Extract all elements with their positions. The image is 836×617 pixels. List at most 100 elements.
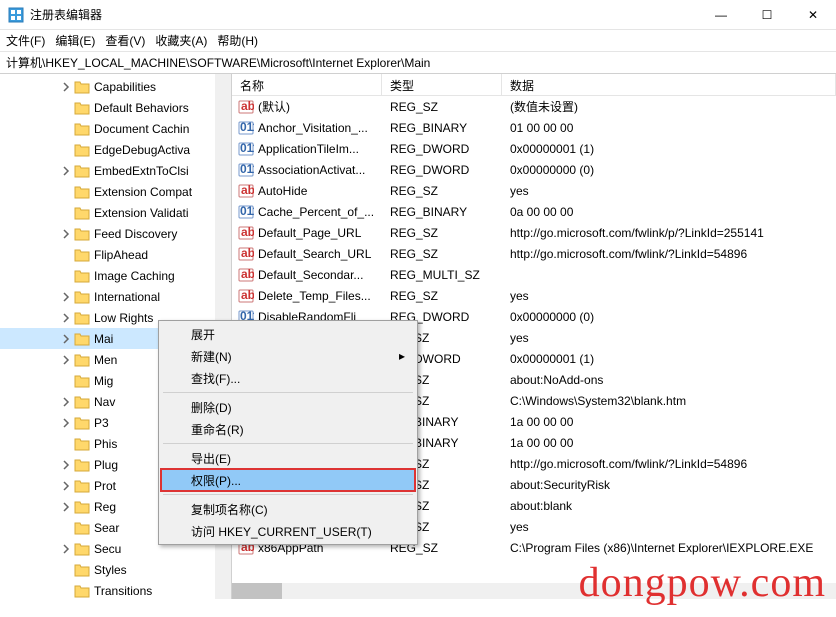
tree-item[interactable]: Extension Validati xyxy=(0,202,231,223)
value-data: http://go.microsoft.com/fwlink/?LinkId=5… xyxy=(502,247,836,261)
list-row[interactable]: ab(默认)REG_SZ(数值未设置) xyxy=(232,96,836,117)
chevron-right-icon[interactable] xyxy=(60,165,72,177)
folder-icon xyxy=(74,395,90,409)
value-type: REG_SZ xyxy=(382,289,502,303)
value-data: about:SecurityRisk xyxy=(502,478,836,492)
chevron-right-icon[interactable] xyxy=(60,459,72,471)
bin-value-icon: 011 xyxy=(238,120,254,136)
value-data: 1a 00 00 00 xyxy=(502,415,836,429)
tree-item-label: Feed Discovery xyxy=(94,227,177,241)
folder-icon xyxy=(74,416,90,430)
ctx-expand[interactable]: 展开 xyxy=(161,323,415,345)
ctx-find[interactable]: 查找(F)... xyxy=(161,367,415,389)
blank-icon xyxy=(60,102,72,114)
tree-item[interactable]: EdgeDebugActiva xyxy=(0,139,231,160)
list-row[interactable]: 011Cache_Percent_of_...REG_BINARY0a 00 0… xyxy=(232,201,836,222)
address-text: 计算机\HKEY_LOCAL_MACHINE\SOFTWARE\Microsof… xyxy=(6,54,430,71)
blank-icon xyxy=(60,186,72,198)
tree-item[interactable]: Transitions xyxy=(0,580,231,599)
chevron-right-icon[interactable] xyxy=(60,81,72,93)
tree-item[interactable]: Extension Compat xyxy=(0,181,231,202)
tree-item[interactable]: Image Caching xyxy=(0,265,231,286)
menu-edit[interactable]: 编辑(E) xyxy=(55,32,95,49)
bin-value-icon: 011 xyxy=(238,162,254,178)
ctx-permissions[interactable]: 权限(P)... xyxy=(161,469,415,491)
bin-value-icon: 011 xyxy=(238,204,254,220)
maximize-button[interactable]: ☐ xyxy=(744,0,790,30)
close-button[interactable]: ✕ xyxy=(790,0,836,30)
sz-value-icon: ab xyxy=(238,225,254,241)
tree-item-label: Phis xyxy=(94,437,117,451)
address-bar[interactable]: 计算机\HKEY_LOCAL_MACHINE\SOFTWARE\Microsof… xyxy=(0,52,836,74)
list-row[interactable]: 011Anchor_Visitation_...REG_BINARY01 00 … xyxy=(232,117,836,138)
folder-icon xyxy=(74,290,90,304)
chevron-right-icon[interactable] xyxy=(60,291,72,303)
chevron-right-icon[interactable] xyxy=(60,354,72,366)
ctx-goto-hkcu[interactable]: 访问 HKEY_CURRENT_USER(T) xyxy=(161,520,415,542)
ctx-new[interactable]: 新建(N)▸ xyxy=(161,345,415,367)
ctx-export[interactable]: 导出(E) xyxy=(161,447,415,469)
svg-text:ab: ab xyxy=(241,225,254,239)
value-type: REG_SZ xyxy=(382,247,502,261)
folder-icon xyxy=(74,479,90,493)
chevron-right-icon[interactable] xyxy=(60,333,72,345)
column-data[interactable]: 数据 xyxy=(502,74,836,95)
value-name: ApplicationTileIm... xyxy=(258,142,382,156)
column-name[interactable]: 名称 xyxy=(232,74,382,95)
tree-item[interactable]: EmbedExtnToClsi xyxy=(0,160,231,181)
folder-icon xyxy=(74,563,90,577)
menu-favorites[interactable]: 收藏夹(A) xyxy=(155,32,207,49)
chevron-right-icon[interactable] xyxy=(60,417,72,429)
svg-text:011: 011 xyxy=(240,162,254,176)
value-data: http://go.microsoft.com/fwlink/p/?LinkId… xyxy=(502,226,836,240)
list-row[interactable]: abDefault_Secondar...REG_MULTI_SZ xyxy=(232,264,836,285)
bin-value-icon: 011 xyxy=(238,141,254,157)
content-area: Capabilities Default Behaviors Document Ca… xyxy=(0,74,836,599)
folder-icon xyxy=(74,542,90,556)
tree-item[interactable]: International xyxy=(0,286,231,307)
value-name: Default_Search_URL xyxy=(258,247,382,261)
scrollbar-thumb[interactable] xyxy=(232,583,282,599)
folder-icon xyxy=(74,101,90,115)
tree-item[interactable]: Capabilities xyxy=(0,76,231,97)
menu-file[interactable]: 文件(F) xyxy=(6,32,45,49)
value-name: (默认) xyxy=(258,98,382,115)
value-data: 0x00000000 (0) xyxy=(502,163,836,177)
chevron-right-icon[interactable] xyxy=(60,543,72,555)
value-data: (数值未设置) xyxy=(502,98,836,115)
list-row[interactable]: abDefault_Page_URLREG_SZhttp://go.micros… xyxy=(232,222,836,243)
chevron-right-icon[interactable] xyxy=(60,312,72,324)
tree-item-label: Reg xyxy=(94,500,116,514)
column-type[interactable]: 类型 xyxy=(382,74,502,95)
tree-item[interactable]: FlipAhead xyxy=(0,244,231,265)
tree-item[interactable]: Document Cachin xyxy=(0,118,231,139)
sz-value-icon: ab xyxy=(238,246,254,262)
chevron-right-icon[interactable] xyxy=(60,501,72,513)
minimize-button[interactable]: — xyxy=(698,0,744,30)
value-data: 0x00000001 (1) xyxy=(502,142,836,156)
tree-item[interactable]: Feed Discovery xyxy=(0,223,231,244)
tree-item[interactable]: Styles xyxy=(0,559,231,580)
ctx-copyname[interactable]: 复制项名称(C) xyxy=(161,498,415,520)
list-hscrollbar[interactable] xyxy=(232,583,836,599)
menu-help[interactable]: 帮助(H) xyxy=(217,32,258,49)
chevron-right-icon[interactable] xyxy=(60,228,72,240)
list-row[interactable]: ab Default_Search_URLREG_SZhttp://go.micr… xyxy=(232,243,836,264)
tree-item-label: Default Behaviors xyxy=(94,101,189,115)
value-type: REG_SZ xyxy=(382,226,502,240)
chevron-right-icon[interactable] xyxy=(60,480,72,492)
tree-item[interactable]: Default Behaviors xyxy=(0,97,231,118)
list-row[interactable]: 011AssociationActivat...REG_DWORD0x00000… xyxy=(232,159,836,180)
blank-icon xyxy=(60,522,72,534)
ctx-rename[interactable]: 重命名(R) xyxy=(161,418,415,440)
list-row[interactable]: 011ApplicationTileIm...REG_DWORD0x000000… xyxy=(232,138,836,159)
ctx-delete[interactable]: 删除(D) xyxy=(161,396,415,418)
chevron-right-icon[interactable] xyxy=(60,396,72,408)
menu-view[interactable]: 查看(V) xyxy=(105,32,145,49)
list-row[interactable]: abDelete_Temp_Files...REG_SZyes xyxy=(232,285,836,306)
context-menu: 展开 新建(N)▸ 查找(F)... 删除(D) 重命名(R) 导出(E) 权限… xyxy=(158,320,418,545)
list-row[interactable]: abAutoHideREG_SZyes xyxy=(232,180,836,201)
value-name: Delete_Temp_Files... xyxy=(258,289,382,303)
tree-item-label: Capabilities xyxy=(94,80,156,94)
tree-item-label: Prot xyxy=(94,479,116,493)
